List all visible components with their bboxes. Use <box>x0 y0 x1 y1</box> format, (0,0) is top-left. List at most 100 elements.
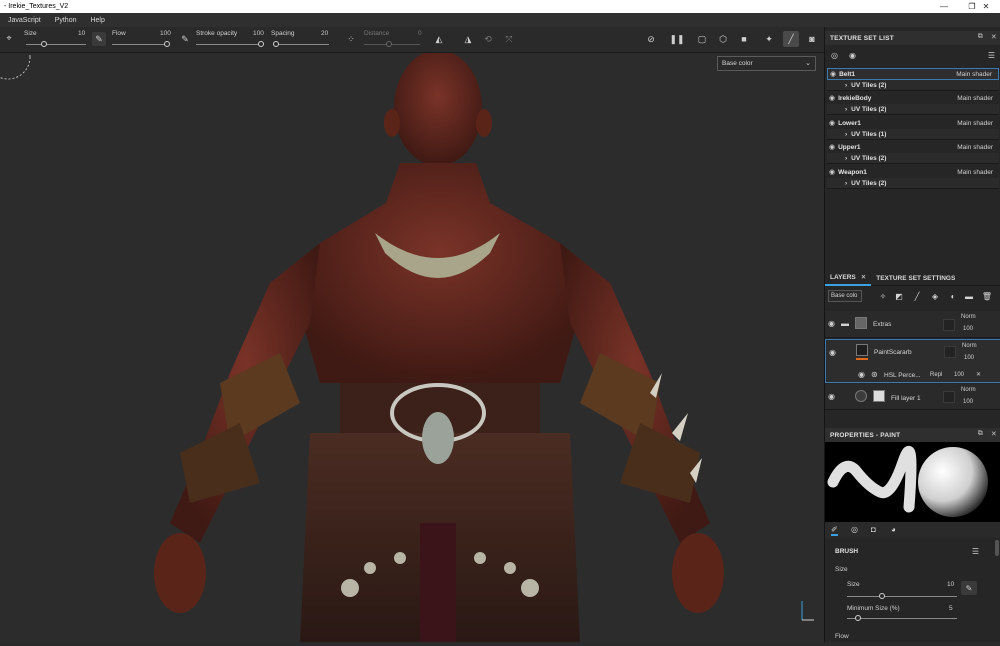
pause-icon[interactable]: ❚❚ <box>669 32 684 46</box>
texture-set-lower1[interactable]: ◉ Lower1 Main shader <box>827 117 999 129</box>
hide-ui-icon[interactable]: ⊘ <box>644 32 658 46</box>
close-panel-icon[interactable]: ✕ <box>991 33 997 41</box>
menu-javascript[interactable]: JavaScript <box>8 17 41 24</box>
uv-tiles-row[interactable]: › UV Tiles (1) <box>827 129 999 140</box>
stroke-opacity-value[interactable]: 100 <box>253 30 264 37</box>
paint-brush-tool-icon[interactable]: ╱ <box>783 31 799 47</box>
layer-mask-slot[interactable] <box>944 346 956 358</box>
texture-set-weapon1[interactable]: ◉ Weapon1 Main shader <box>827 166 999 178</box>
pen-pressure-icon[interactable]: ✎ <box>92 32 106 46</box>
size-value[interactable]: 10 <box>78 30 85 37</box>
texture-set-shader[interactable]: Main shader <box>957 95 993 102</box>
layer-channel-dropdown[interactable]: Base colo <box>828 290 862 302</box>
spacing-slider-track[interactable] <box>273 44 329 45</box>
uv-tiles-row[interactable]: › UV Tiles (2) <box>827 153 999 164</box>
flow-slider-handle[interactable] <box>164 41 170 47</box>
mirror-settings-icon[interactable]: ⟲ <box>481 32 495 46</box>
screenshot-camera-icon[interactable]: ◙ <box>805 32 819 46</box>
add-mask-icon[interactable]: ◩ <box>893 290 905 302</box>
mirror-icon[interactable]: ◮ <box>461 32 475 46</box>
texture-set-shader[interactable]: Main shader <box>957 169 993 176</box>
eye-icon[interactable]: ◉ <box>828 319 838 329</box>
texture-set-shader[interactable]: Main shader <box>957 120 993 127</box>
lazy-mouse-icon[interactable]: ⁘ <box>344 32 358 46</box>
camera-video-icon[interactable]: ■ <box>737 32 751 46</box>
texture-set-shader[interactable]: Main shader <box>956 71 992 78</box>
effect-blend-mode[interactable]: Repl <box>930 372 942 378</box>
brush-icon[interactable]: ✎ <box>178 32 192 46</box>
pen-pressure-icon[interactable]: ✎ <box>961 581 977 595</box>
texture-set-belt1[interactable]: ◉ Belt1 Main shader <box>827 68 999 80</box>
add-smart-mask-icon[interactable]: ◐ <box>947 290 959 302</box>
blend-mode[interactable]: Norm <box>961 387 976 393</box>
blend-mode[interactable]: Norm <box>961 314 976 320</box>
size-slider-track[interactable] <box>26 44 86 45</box>
visibility-toggle-icon[interactable]: ◎ <box>831 51 838 60</box>
layer-row-paintscararb[interactable]: ◉ PaintScararb Norm 100 ◉ ⊛ HSL Perce...… <box>825 339 1000 383</box>
lasso-icon[interactable]: ⌖ <box>2 31 16 45</box>
dock-icon[interactable]: ⧉ <box>978 430 983 438</box>
scrollbar-thumb[interactable] <box>995 540 999 556</box>
tab-brush-icon[interactable]: ✐ <box>831 525 838 536</box>
size-value[interactable]: 10 <box>947 581 954 588</box>
texture-set-irekiebody[interactable]: ◉ IrekieBody Main shader <box>827 92 999 104</box>
tab-stencil-icon[interactable]: ◘ <box>871 525 876 534</box>
close-panel-icon[interactable]: ✕ <box>991 430 997 438</box>
size-slider-track[interactable] <box>847 596 957 597</box>
layer-name[interactable]: Extras <box>873 321 891 328</box>
blend-mode[interactable]: Norm <box>962 343 977 349</box>
min-size-value[interactable]: 5 <box>949 605 953 612</box>
layer-mask-slot[interactable] <box>943 391 955 403</box>
bake-icon[interactable]: ✦ <box>762 32 776 46</box>
min-size-slider-handle[interactable] <box>855 615 861 621</box>
menu-icon[interactable]: ☰ <box>972 547 979 556</box>
layer-opacity[interactable]: 100 <box>964 355 974 361</box>
symmetry-x-icon[interactable]: ◭ <box>432 32 446 46</box>
layer-opacity[interactable]: 100 <box>963 399 973 405</box>
layer-opacity[interactable]: 100 <box>963 326 973 332</box>
flow-slider-track[interactable] <box>112 44 168 45</box>
tab-layers[interactable]: LAYERS ✕ <box>825 271 872 286</box>
eye-icon[interactable]: ◉ <box>828 392 838 402</box>
3d-viewport[interactable] <box>0 53 824 642</box>
transform-icon[interactable]: ⤧ <box>502 32 516 46</box>
size-slider-handle[interactable] <box>41 41 47 47</box>
close-button[interactable]: ✕ <box>972 0 1000 13</box>
add-folder-icon[interactable]: ▬ <box>963 290 975 302</box>
eye-icon[interactable]: ◉ <box>829 348 839 358</box>
layer-row-fill-layer-1[interactable]: ◉ Fill layer 1 Norm 100 <box>825 384 1000 410</box>
cube-icon[interactable]: ⬡ <box>716 32 730 46</box>
channel-dropdown[interactable]: Base color ⌄ <box>717 56 816 71</box>
uv-tiles-row[interactable]: › UV Tiles (2) <box>827 80 999 91</box>
menu-help[interactable]: Help <box>90 17 104 24</box>
tab-texture-set-settings[interactable]: TEXTURE SET SETTINGS <box>871 271 960 286</box>
uv-tiles-row[interactable]: › UV Tiles (2) <box>827 104 999 115</box>
texture-set-upper1[interactable]: ◉ Upper1 Main shader <box>827 141 999 153</box>
texture-set-shader[interactable]: Main shader <box>957 144 993 151</box>
tab-material-icon[interactable]: ◕ <box>891 525 896 534</box>
layer-name[interactable]: Fill layer 1 <box>891 395 921 402</box>
add-effect-icon[interactable]: ✧ <box>877 290 889 302</box>
stroke-opacity-handle[interactable] <box>258 41 264 47</box>
eye-icon[interactable]: ◉ <box>858 370 868 380</box>
dock-icon[interactable]: ⧉ <box>978 33 983 41</box>
flow-value[interactable]: 100 <box>160 30 171 37</box>
add-fill-layer-icon[interactable]: ◈ <box>929 290 941 302</box>
layer-name[interactable]: PaintScararb <box>874 349 912 356</box>
layer-mask-slot[interactable] <box>943 319 955 331</box>
min-size-slider-track[interactable] <box>847 618 957 619</box>
selection-icon[interactable]: ▢ <box>695 32 709 46</box>
spacing-slider-handle[interactable] <box>273 41 279 47</box>
eye-icon[interactable]: ◉ <box>849 51 856 60</box>
stroke-opacity-track[interactable] <box>196 44 262 45</box>
effect-name[interactable]: HSL Perce... <box>884 372 921 379</box>
menu-python[interactable]: Python <box>55 17 77 24</box>
tab-alpha-icon[interactable]: ◎ <box>851 525 858 534</box>
layer-row-extras[interactable]: ◉ ▬ Extras Norm 100 <box>825 311 1000 338</box>
menu-icon[interactable]: ☰ <box>988 51 995 60</box>
uv-tiles-row[interactable]: › UV Tiles (2) <box>827 178 999 189</box>
remove-effect-icon[interactable]: ✕ <box>976 371 981 378</box>
delete-layer-icon[interactable]: 🗑 <box>981 290 993 302</box>
spacing-value[interactable]: 20 <box>321 30 328 37</box>
size-slider-handle[interactable] <box>879 593 885 599</box>
